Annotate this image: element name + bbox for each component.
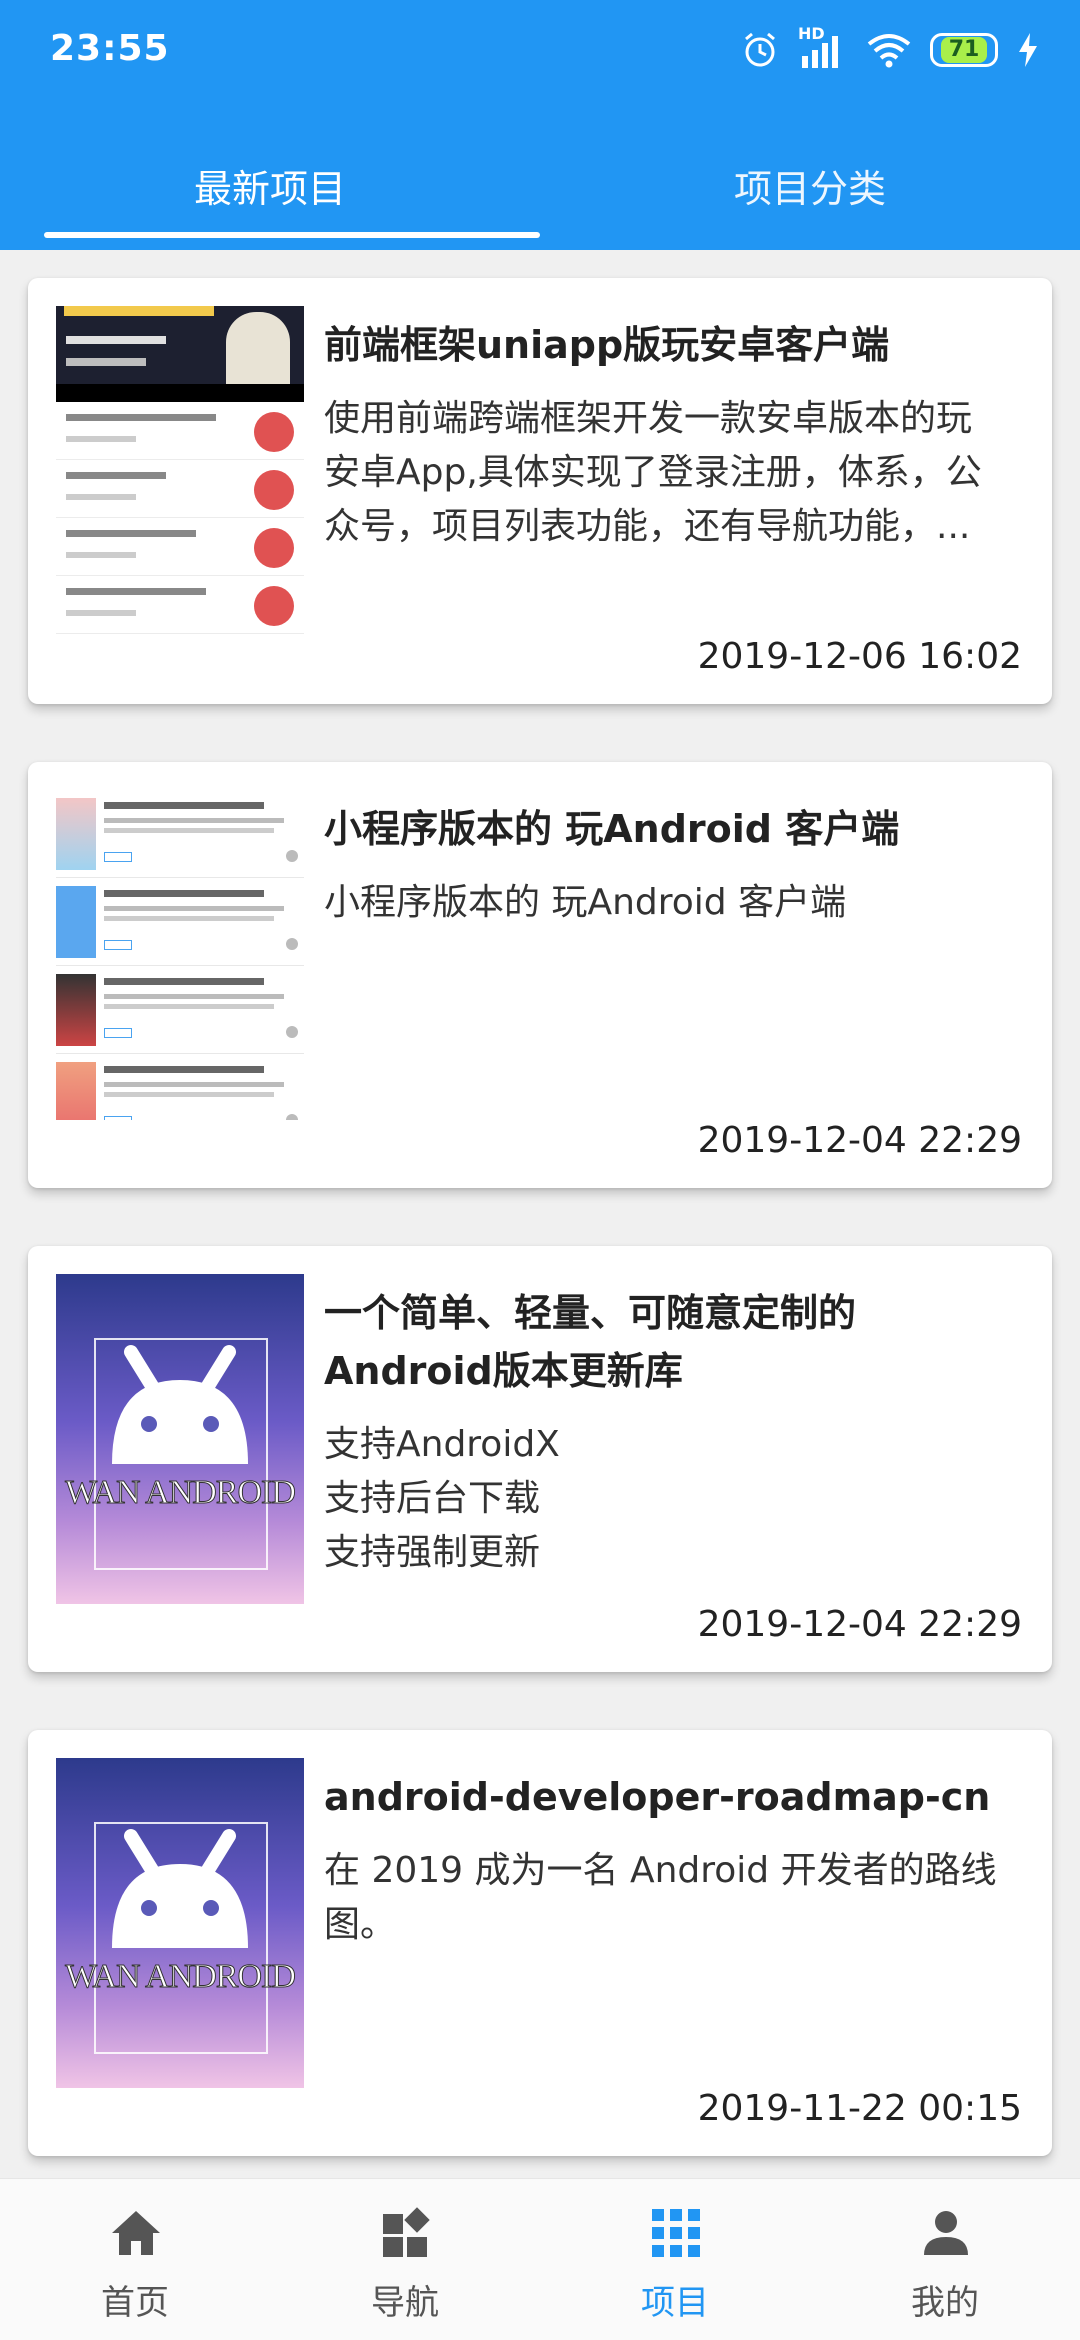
alarm-icon (740, 30, 780, 70)
poster-text: WAN ANDROID (65, 1958, 297, 1996)
project-description: 支持AndroidX 支持后台下载 支持强制更新 (324, 1418, 1034, 1580)
project-card[interactable]: 前端框架uniapp版玩安卓客户端 使用前端跨端框架开发一款安卓版本的玩 安卓A… (28, 278, 1052, 704)
desc-line: 支持后台下载 (324, 1478, 541, 1519)
project-list[interactable]: 前端框架uniapp版玩安卓客户端 使用前端跨端框架开发一款安卓版本的玩 安卓A… (0, 250, 1080, 2178)
project-thumbnail (56, 306, 304, 636)
tab-latest-projects[interactable]: 最新项目 (0, 130, 540, 240)
project-date: 2019-12-04 22:29 (697, 1120, 1022, 1161)
project-thumbnail: WAN ANDROID (56, 1758, 304, 2088)
project-title: 小程序版本的 玩Android 客户端 (324, 807, 900, 851)
home-icon (112, 2211, 160, 2255)
project-card[interactable]: WAN ANDROID 一个简单、轻量、可随意定制的 Android版本更新库 … (28, 1246, 1052, 1672)
nav-projects[interactable]: 项目 (540, 2179, 810, 2340)
desc-line: 支持强制更新 (324, 1532, 541, 1573)
desc-line: 图。 (324, 1904, 397, 1945)
status-icons: HD 71 (740, 24, 1040, 72)
project-card[interactable]: 小程序版本的 玩Android 客户端 小程序版本的 玩Android 客户端 … (28, 762, 1052, 1188)
tab-label: 最新项目 (193, 166, 346, 211)
wan-android-poster: WAN ANDROID (56, 1274, 304, 1604)
title-line: 一个简单、轻量、可随意定制的 (324, 1291, 857, 1335)
apps-grid-icon (652, 2209, 700, 2257)
nav-label: 我的 (911, 2283, 979, 2323)
desc-line: 在 2019 成为一名 Android 开发者的路线 (324, 1850, 997, 1891)
poster-text: WAN ANDROID (65, 1474, 297, 1512)
bottom-navigation: 首页 导航 项目 我的 (0, 2178, 1080, 2340)
desc-line: 安卓App,具体实现了登录注册，体系，公 (324, 452, 982, 493)
desc-line: 众号，项目列表功能，还有导航功能，... (324, 506, 971, 547)
signal-icon: HD (798, 24, 848, 70)
project-card[interactable]: WAN ANDROID android-developer-roadmap-cn… (28, 1730, 1052, 2156)
wifi-icon (866, 30, 912, 70)
nav-label: 首页 (101, 2283, 169, 2323)
project-thumbnail (56, 790, 304, 1120)
tab-bar: 最新项目 项目分类 (0, 130, 1080, 240)
project-thumbnail: WAN ANDROID (56, 1274, 304, 1604)
status-time: 23:55 (50, 28, 170, 69)
battery-indicator: 71 (930, 33, 998, 67)
project-description: 在 2019 成为一名 Android 开发者的路线 图。 (324, 1844, 1034, 1952)
project-date: 2019-12-06 16:02 (697, 636, 1022, 677)
status-bar: 23:55 HD 71 (0, 0, 1080, 96)
nav-label: 项目 (641, 2283, 709, 2323)
nav-mine[interactable]: 我的 (810, 2179, 1080, 2340)
project-date: 2019-11-22 00:15 (697, 2088, 1022, 2129)
project-description: 使用前端跨端框架开发一款安卓版本的玩 安卓App,具体实现了登录注册，体系，公 … (324, 392, 1034, 554)
desc-line: 支持AndroidX (324, 1424, 560, 1465)
project-description: 小程序版本的 玩Android 客户端 (324, 876, 1034, 930)
person-icon (924, 2211, 968, 2255)
charging-icon (1016, 30, 1040, 70)
app-bar: 23:55 HD 71 最新项目 项目分类 (0, 0, 1080, 250)
nav-label: 导航 (371, 2283, 439, 2323)
desc-line: 小程序版本的 玩Android 客户端 (324, 882, 847, 923)
nav-home[interactable]: 首页 (0, 2179, 270, 2340)
network-type: HD (798, 24, 825, 43)
desc-line: 使用前端跨端框架开发一款安卓版本的玩 (324, 398, 973, 439)
wan-android-poster: WAN ANDROID (56, 1758, 304, 2088)
tab-project-categories[interactable]: 项目分类 (540, 130, 1080, 240)
battery-level: 71 (940, 37, 988, 63)
project-title: android-developer-roadmap-cn (324, 1775, 991, 1819)
title-line: Android版本更新库 (324, 1349, 683, 1393)
android-logo-icon (112, 1345, 248, 1464)
dashboard-icon (383, 2207, 430, 2257)
nav-navigation[interactable]: 导航 (270, 2179, 540, 2340)
project-title: 前端框架uniapp版玩安卓客户端 (324, 323, 890, 367)
project-title: 一个简单、轻量、可随意定制的 Android版本更新库 (324, 1284, 1024, 1400)
android-logo-icon (112, 1829, 248, 1948)
tab-label: 项目分类 (733, 166, 886, 211)
project-date: 2019-12-04 22:29 (697, 1604, 1022, 1645)
tab-indicator (44, 232, 540, 238)
